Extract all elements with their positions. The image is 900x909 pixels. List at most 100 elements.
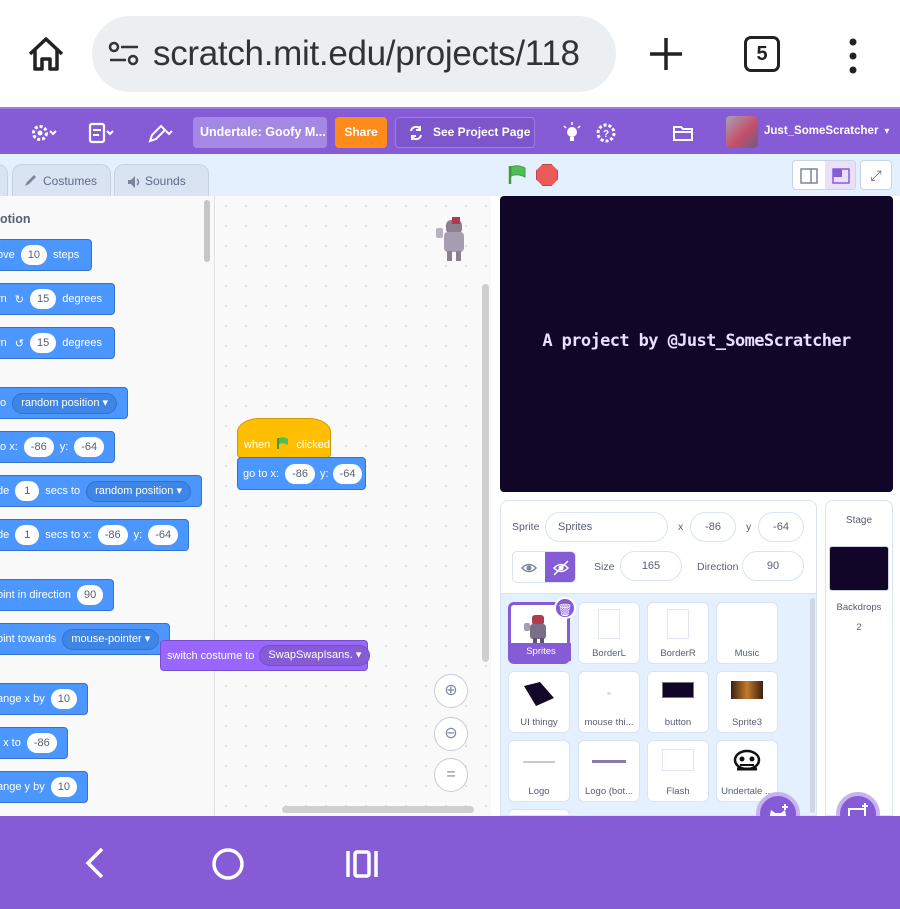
block-input[interactable]: -64 — [148, 525, 179, 545]
block-go-to-random[interactable]: to random position — [0, 387, 129, 419]
stage-canvas[interactable]: A project by @Just_SomeScratcher — [500, 196, 893, 492]
zoom-out-icon[interactable]: ⊖ — [434, 717, 468, 751]
sprite-name-input[interactable]: Sprites — [545, 512, 668, 542]
block-text: ange y by — [0, 781, 45, 793]
block-change-y[interactable]: ange y by 10 — [0, 771, 88, 803]
block-input[interactable]: 15 — [30, 333, 57, 353]
sprite-tile-logo-bottom[interactable]: Logo (bot... — [578, 740, 640, 802]
sprite-list-scrollbar[interactable] — [810, 598, 815, 813]
normal-stage-button[interactable] — [825, 161, 855, 189]
sprite-thumbnail — [598, 609, 620, 639]
share-button[interactable]: Share — [335, 117, 387, 148]
block-input-y[interactable]: -64 — [332, 463, 363, 484]
fullscreen-icon[interactable]: ⤢ — [860, 160, 892, 190]
small-stage-button[interactable] — [793, 161, 825, 189]
block-input[interactable]: -64 — [74, 437, 105, 457]
stop-sign-icon[interactable] — [536, 164, 558, 186]
block-palette[interactable]: otion ove 10 steps rn ↻ 15 degrees rn ↺ … — [0, 196, 215, 816]
script-horizontal-scrollbar[interactable] — [282, 806, 474, 813]
zoom-reset-icon[interactable]: = — [434, 758, 468, 792]
new-tab-icon[interactable] — [646, 34, 686, 74]
site-settings-icon[interactable] — [108, 40, 140, 68]
debug-gear-icon[interactable]: ? — [595, 122, 617, 144]
block-input[interactable]: 10 — [50, 689, 77, 709]
block-turn-left[interactable]: rn ↺ 15 degrees — [0, 327, 116, 359]
block-change-x[interactable]: ange x by 10 — [0, 683, 88, 715]
back-chevron-icon[interactable] — [80, 846, 110, 880]
go-to-xy-block[interactable]: go to x: -86 y: -64 — [237, 457, 366, 490]
block-input[interactable]: 10 — [20, 245, 47, 265]
block-dropdown[interactable]: SwapSwapIsans. — [259, 645, 371, 666]
block-input[interactable]: 10 — [50, 777, 77, 797]
block-input[interactable]: 90 — [77, 585, 104, 605]
more-options-icon[interactable] — [838, 36, 868, 76]
script-area[interactable]: when clicked go to x: -86 y: -64 ⊕ ⊖ = — [216, 196, 491, 816]
size-input[interactable]: 165 — [620, 551, 682, 581]
settings-gear-icon[interactable] — [31, 122, 59, 144]
see-project-page-button[interactable]: See Project Page — [395, 117, 535, 148]
lightbulb-icon[interactable] — [562, 122, 582, 144]
block-move-steps[interactable]: ove 10 steps — [0, 239, 93, 271]
block-point-towards[interactable]: oint towards mouse-pointer — [0, 623, 171, 655]
sprite-list[interactable]: Sprites BorderL BorderR Music UI thingy … — [501, 594, 816, 815]
username-label: Just_SomeScratcher — [764, 125, 879, 137]
account-menu[interactable]: Just_SomeScratcher ▾ — [764, 125, 889, 137]
x-input[interactable]: -86 — [690, 512, 736, 542]
block-glide-random[interactable]: de 1 secs to random position — [0, 475, 202, 507]
switch-costume-block-dragging[interactable]: switch costume to SwapSwapIsans. — [160, 640, 371, 671]
sprite-tile-music[interactable]: Music — [716, 602, 778, 664]
sprite-tile-sprite3[interactable]: Sprite3 — [716, 671, 778, 733]
sprite-tile-logo[interactable]: Logo — [508, 740, 570, 802]
sprite-tile-partial[interactable] — [508, 809, 570, 815]
stage-thumbnail[interactable] — [829, 546, 889, 591]
edit-menu-icon[interactable] — [147, 122, 175, 144]
delete-sprite-trash-icon[interactable]: 🗑 — [554, 597, 576, 619]
recent-apps-icon[interactable] — [344, 849, 380, 879]
show-sprite-button[interactable] — [513, 552, 545, 582]
block-go-to-xy[interactable]: to x: -86 y: -64 — [0, 431, 116, 463]
block-input[interactable]: 1 — [15, 481, 40, 501]
file-menu-icon[interactable] — [88, 122, 116, 144]
block-input[interactable]: 1 — [15, 525, 40, 545]
block-dropdown[interactable]: random position — [86, 480, 191, 502]
block-dropdown[interactable]: random position — [12, 392, 118, 414]
block-input[interactable]: -86 — [26, 733, 57, 753]
green-flag-icon[interactable] — [507, 165, 527, 185]
tab-switcher-button[interactable]: 5 — [744, 36, 780, 72]
home-icon[interactable] — [24, 32, 68, 76]
sprite-thumbnail — [524, 682, 554, 706]
block-set-x[interactable]: t x to -86 — [0, 727, 68, 759]
url-text[interactable]: scratch.mit.edu/projects/118 — [153, 34, 580, 74]
block-input-x[interactable]: -86 — [285, 463, 315, 484]
block-input[interactable]: -86 — [23, 437, 54, 457]
y-input[interactable]: -64 — [758, 512, 804, 542]
palette-scrollbar[interactable] — [204, 200, 210, 262]
block-dropdown[interactable]: mouse-pointer — [62, 628, 160, 650]
user-avatar[interactable] — [726, 116, 758, 148]
block-point-in-direction[interactable]: oint in direction 90 — [0, 579, 115, 611]
when-flag-clicked-block[interactable]: when clicked — [237, 418, 331, 458]
block-turn-right[interactable]: rn ↻ 15 degrees — [0, 283, 116, 315]
tab-code[interactable] — [0, 164, 8, 197]
home-circle-icon[interactable] — [211, 847, 245, 881]
block-glide-xy[interactable]: de 1 secs to x: -86 y: -64 — [0, 519, 190, 551]
stage-target-pane[interactable]: Stage Backdrops 2 — [825, 500, 893, 816]
sprite-tile-borderl[interactable]: BorderL — [578, 602, 640, 664]
sprite-tile-button[interactable]: button — [647, 671, 709, 733]
hide-sprite-button[interactable] — [545, 552, 575, 582]
editor-tabs: Costumes Sounds — [0, 154, 495, 197]
block-input[interactable]: -86 — [97, 525, 128, 545]
my-stuff-folder-icon[interactable] — [672, 122, 694, 144]
tab-sounds[interactable]: Sounds — [114, 164, 209, 197]
tab-costumes[interactable]: Costumes — [12, 164, 111, 197]
sprite-tile-ui-thingy[interactable]: UI thingy — [508, 671, 570, 733]
sprite-tile-flash[interactable]: Flash — [647, 740, 709, 802]
block-input[interactable]: 15 — [30, 289, 57, 309]
sprite-tile-mouse-thing[interactable]: mouse thi... — [578, 671, 640, 733]
address-bar[interactable]: scratch.mit.edu/projects/118 — [92, 16, 616, 92]
project-title-input[interactable]: Undertale: Goofy M... — [193, 117, 327, 148]
script-vertical-scrollbar[interactable] — [482, 284, 489, 662]
zoom-in-icon[interactable]: ⊕ — [434, 674, 468, 708]
direction-input[interactable]: 90 — [742, 551, 804, 581]
sprite-tile-borderr[interactable]: BorderR — [647, 602, 709, 664]
